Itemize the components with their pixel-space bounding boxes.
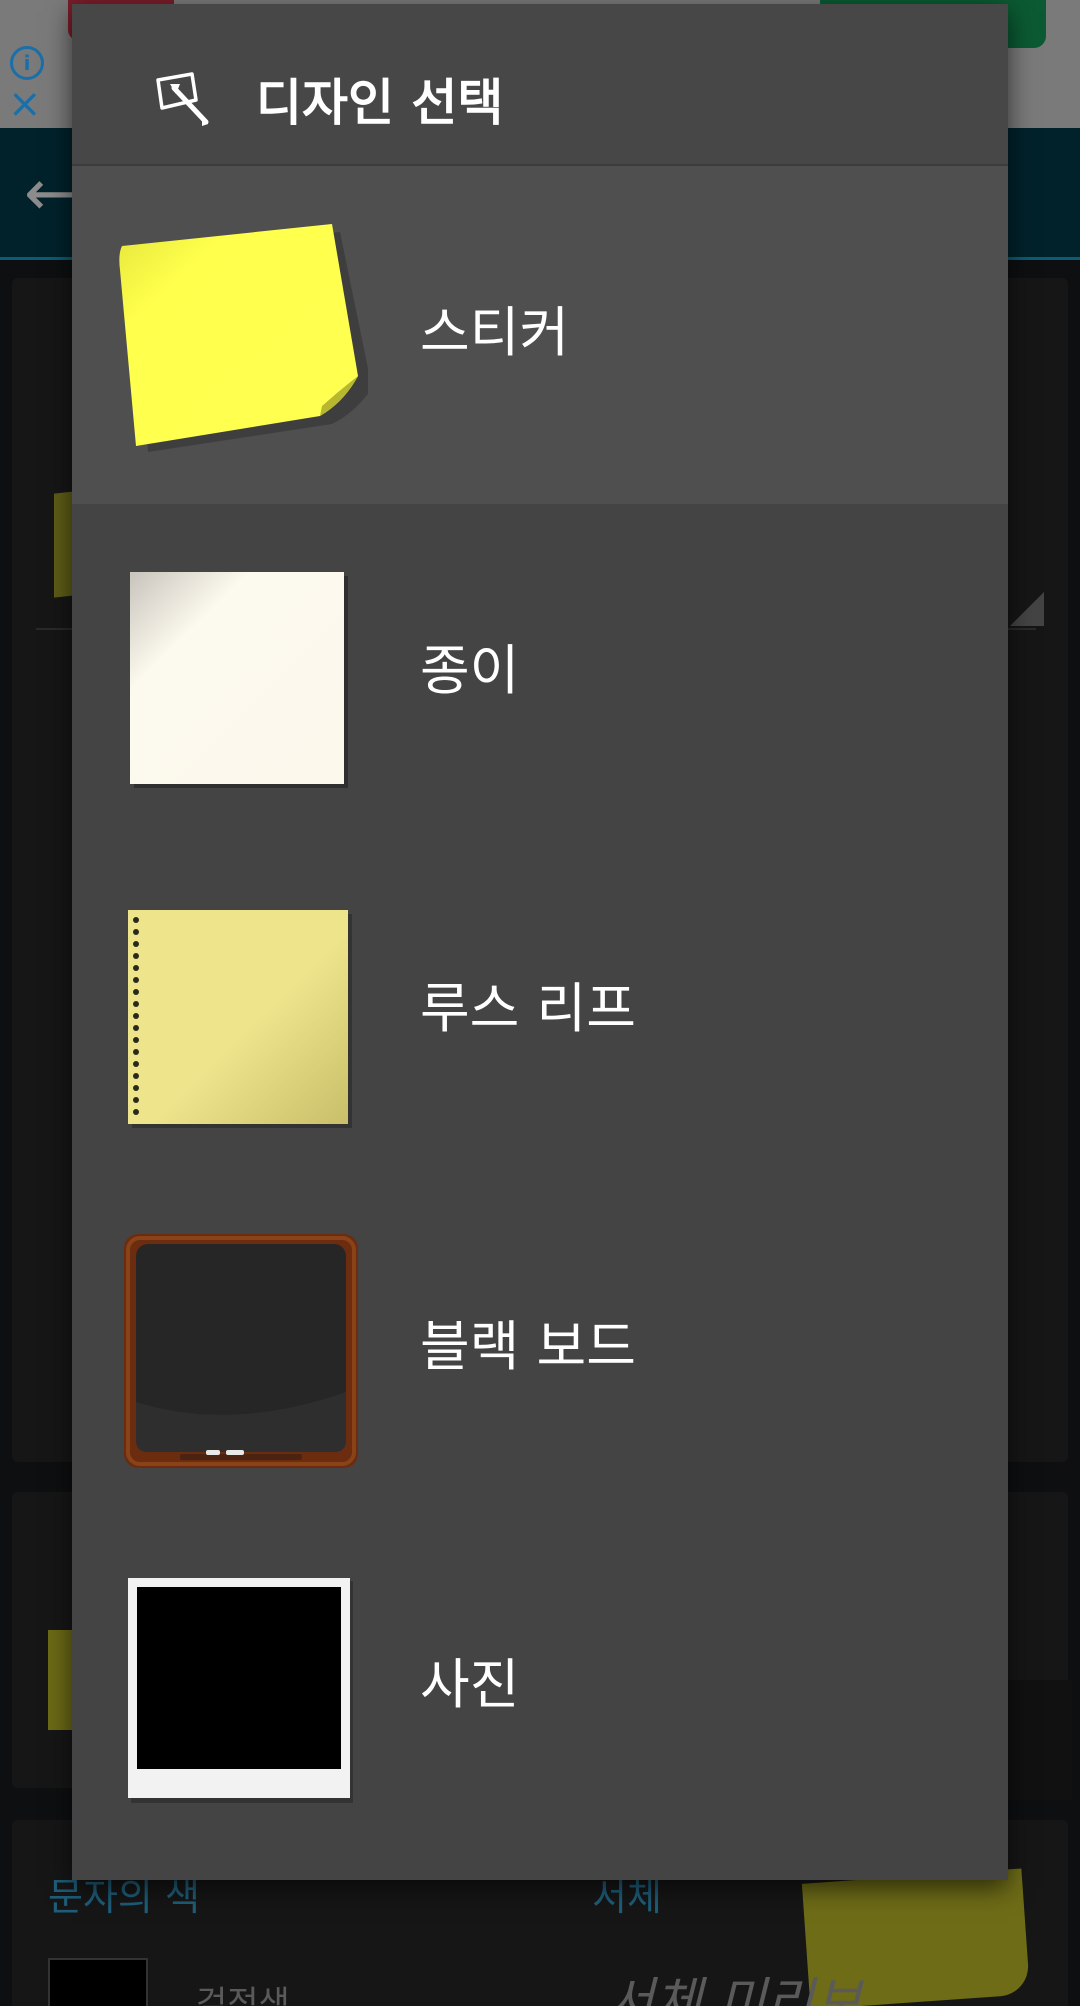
option-label: 루스 리프	[420, 977, 636, 1040]
design-pen-icon	[156, 72, 209, 126]
text-color-swatch	[48, 1958, 148, 2006]
option-sticker[interactable]: 스티커	[72, 166, 1008, 504]
blackboard-thumbnail	[124, 1234, 358, 1468]
dialog-title: 디자인 선택	[256, 74, 504, 132]
dialog-header: 디자인 선택	[72, 4, 1008, 166]
font-preview: 서체 미리보	[606, 1973, 862, 2006]
option-loose-leaf[interactable]: 루스 리프	[72, 842, 1008, 1180]
ad-info-icon: i	[10, 46, 44, 80]
option-blackboard[interactable]: 블랙 보드	[72, 1180, 1008, 1518]
option-label: 스티커	[420, 301, 570, 364]
loose-leaf-thumbnail	[128, 910, 352, 1128]
option-label: 블랙 보드	[420, 1315, 636, 1378]
option-paper[interactable]: 종이	[72, 504, 1008, 842]
back-arrow-icon: ←	[24, 157, 78, 231]
ad-close-icon: ×	[8, 81, 42, 127]
design-select-dialog: 디자인 선택 스티커 종이 루스 리프 블랙 보드 사진	[72, 4, 1008, 1880]
photo-frame-thumbnail	[128, 1578, 353, 1803]
paper-thumbnail	[130, 572, 348, 788]
sticker-note-thumbnail	[119, 224, 368, 452]
text-color-value: 검정색	[196, 1984, 290, 2006]
option-label: 종이	[420, 639, 520, 702]
dropdown-corner-icon	[1010, 592, 1044, 626]
option-label: 사진	[420, 1653, 520, 1716]
option-photo[interactable]: 사진	[72, 1518, 1008, 1856]
